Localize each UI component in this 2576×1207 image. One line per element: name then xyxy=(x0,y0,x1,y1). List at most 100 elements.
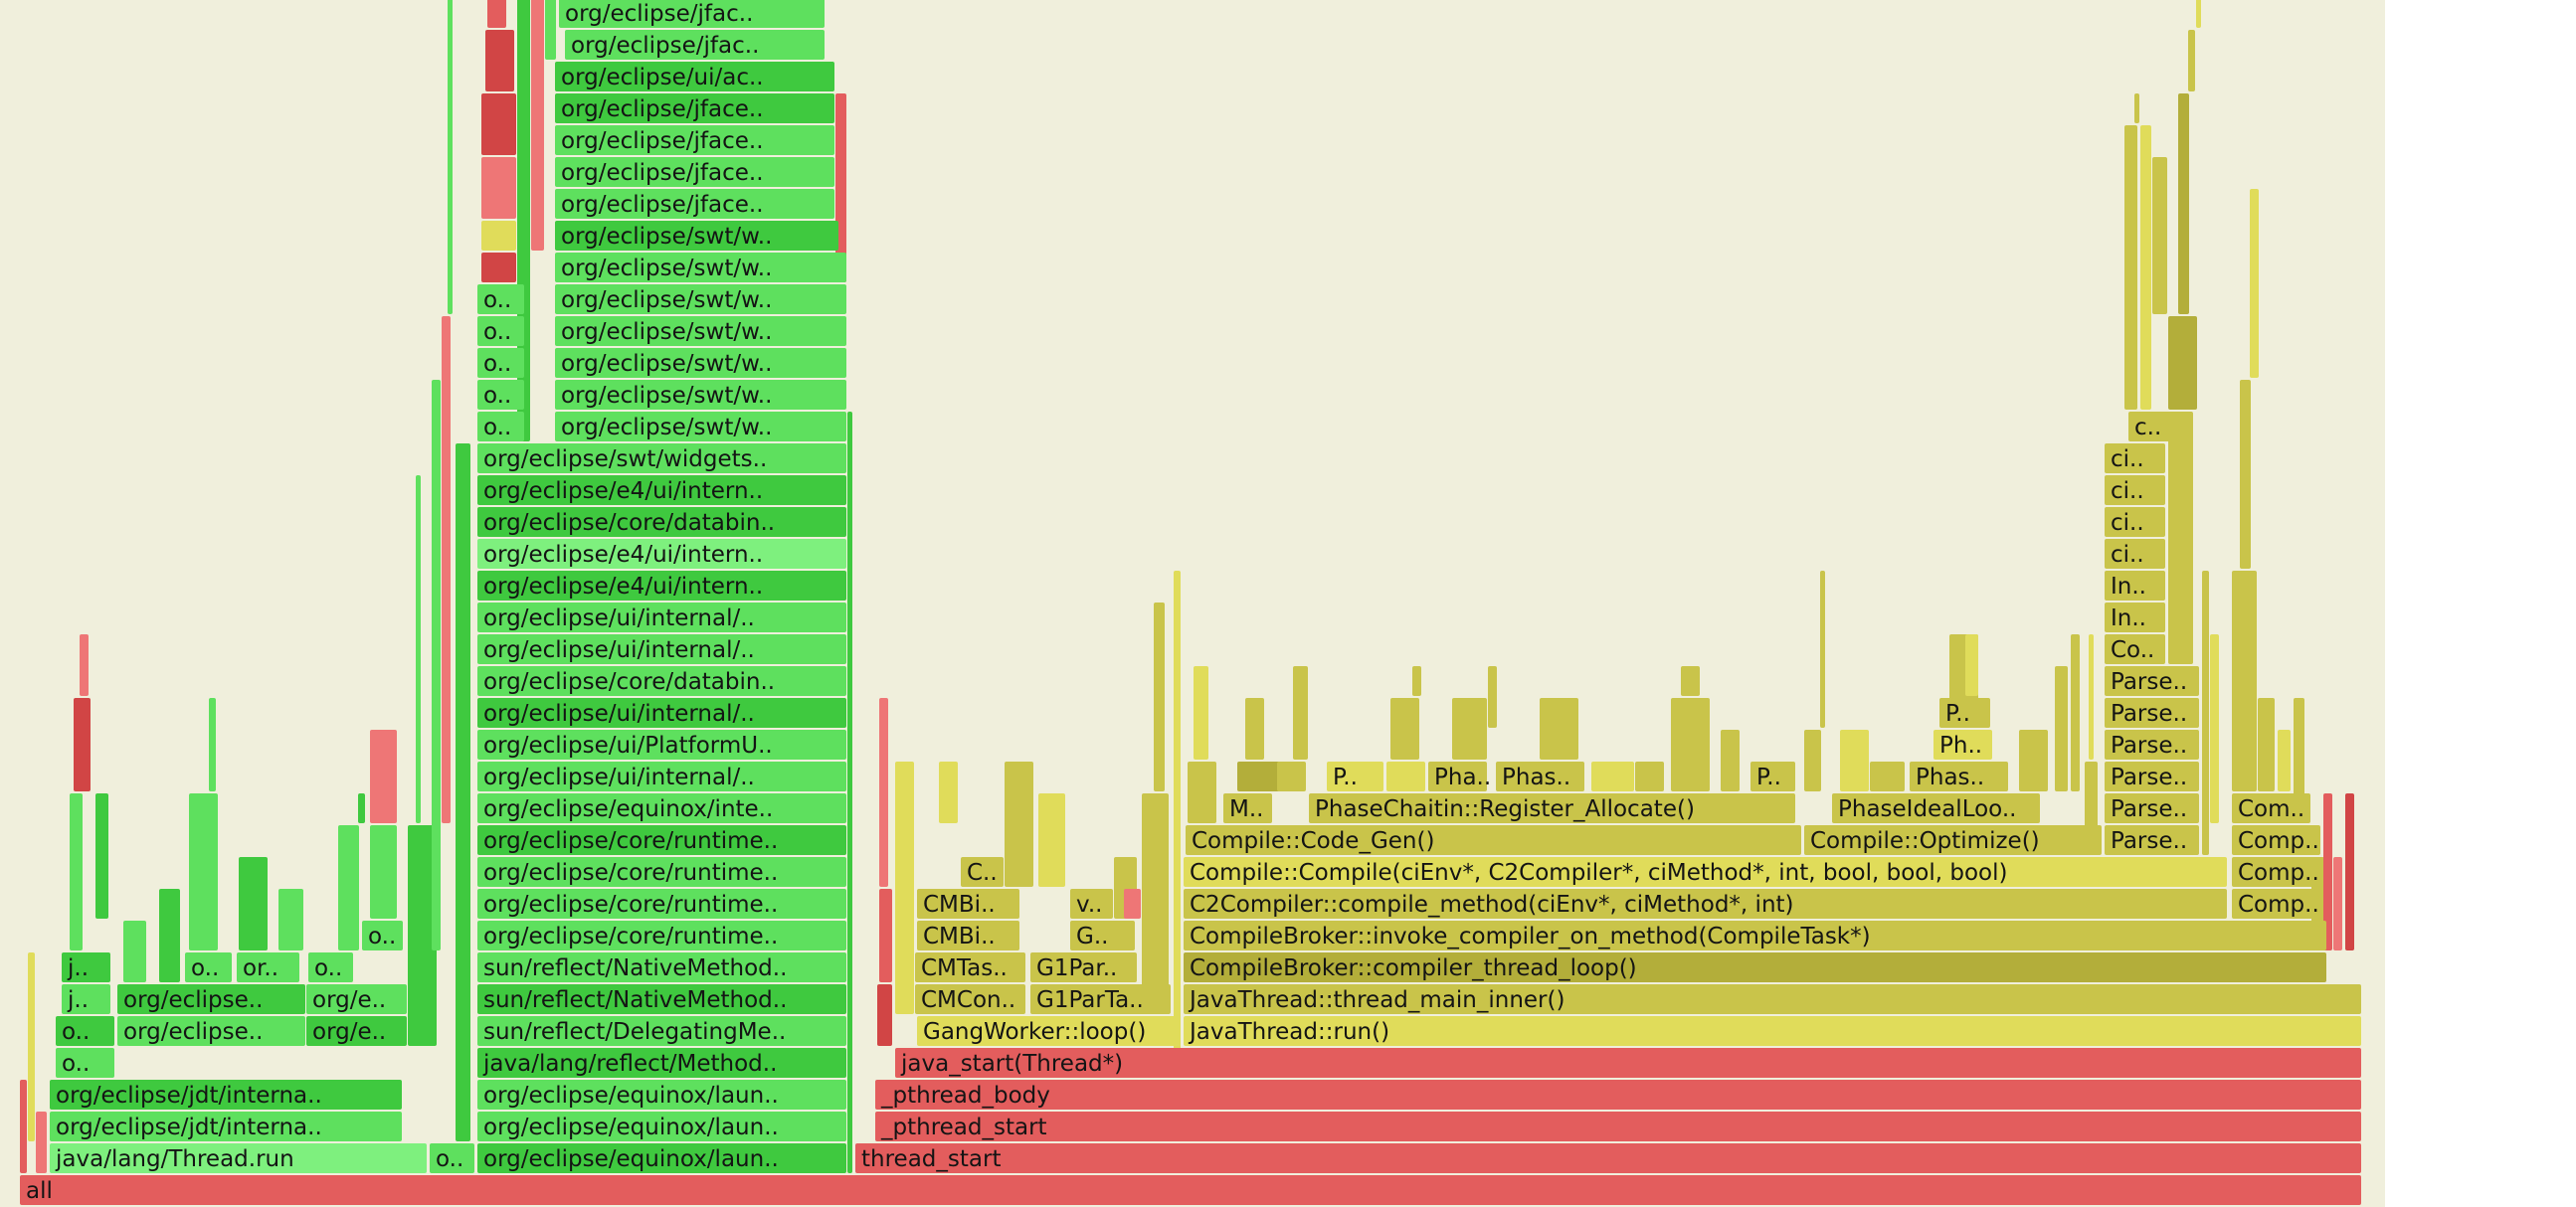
stack-frame[interactable] xyxy=(2232,825,2320,855)
stack-sliver[interactable] xyxy=(485,30,514,91)
stack-frame[interactable] xyxy=(477,1112,846,1141)
stack-frame[interactable] xyxy=(306,984,407,1014)
stack-frame[interactable] xyxy=(477,475,846,505)
stack-sliver[interactable] xyxy=(2168,316,2197,410)
stack-sliver[interactable] xyxy=(1038,793,1065,887)
stack-frame[interactable] xyxy=(477,1016,846,1046)
stack-sliver[interactable] xyxy=(209,698,216,791)
stack-sliver[interactable] xyxy=(2140,125,2151,410)
stack-sliver[interactable] xyxy=(2089,634,2094,760)
stack-frame[interactable] xyxy=(1184,1016,2361,1046)
stack-frame[interactable] xyxy=(1428,762,1487,791)
stack-sliver[interactable] xyxy=(879,889,892,982)
stack-frame[interactable] xyxy=(2105,539,2165,569)
stack-frame[interactable] xyxy=(117,984,305,1014)
stack-frame[interactable] xyxy=(56,1016,114,1046)
stack-frame[interactable] xyxy=(477,507,846,537)
stack-frame[interactable] xyxy=(555,253,846,282)
stack-frame[interactable] xyxy=(62,952,110,982)
stack-sliver[interactable] xyxy=(2055,666,2068,791)
stack-sliver[interactable] xyxy=(1277,762,1306,791)
stack-frame[interactable] xyxy=(430,1143,474,1173)
stack-frame[interactable] xyxy=(477,1080,846,1110)
stack-frame[interactable] xyxy=(50,1080,402,1110)
stack-frame[interactable] xyxy=(185,952,232,982)
stack-sliver[interactable] xyxy=(1840,730,1869,791)
stack-frame[interactable] xyxy=(20,1175,2361,1205)
stack-sliver[interactable] xyxy=(2134,93,2139,123)
stack-frame[interactable] xyxy=(2105,762,2199,791)
stack-sliver[interactable] xyxy=(1237,762,1280,791)
stack-frame[interactable] xyxy=(555,221,838,251)
stack-frame[interactable] xyxy=(555,157,834,187)
stack-sliver[interactable] xyxy=(487,0,506,28)
stack-sliver[interactable] xyxy=(1452,698,1487,760)
stack-frame[interactable] xyxy=(1750,762,1795,791)
stack-sliver[interactable] xyxy=(370,825,397,919)
stack-sliver[interactable] xyxy=(1671,698,1710,791)
stack-frame[interactable] xyxy=(961,857,1004,887)
stack-frame[interactable] xyxy=(477,666,846,696)
stack-frame[interactable] xyxy=(56,1048,114,1078)
stack-sliver[interactable] xyxy=(239,857,268,950)
stack-frame[interactable] xyxy=(477,412,524,441)
stack-sliver[interactable] xyxy=(416,475,421,823)
stack-frame[interactable] xyxy=(2105,571,2165,601)
stack-sliver[interactable] xyxy=(2345,793,2354,950)
stack-sliver[interactable] xyxy=(74,698,91,791)
stack-frame[interactable] xyxy=(555,62,834,91)
stack-sliver[interactable] xyxy=(1591,762,1634,791)
stack-frame[interactable] xyxy=(1030,984,1171,1014)
stack-sliver[interactable] xyxy=(531,0,544,251)
stack-frame[interactable] xyxy=(1184,984,2361,1014)
stack-sliver[interactable] xyxy=(1188,762,1216,823)
stack-sliver[interactable] xyxy=(1005,762,1033,887)
stack-frame[interactable] xyxy=(1309,793,1795,823)
stack-frame[interactable] xyxy=(477,443,846,473)
stack-sliver[interactable] xyxy=(481,253,516,282)
stack-frame[interactable] xyxy=(2105,666,2199,696)
stack-frame[interactable] xyxy=(555,348,846,378)
stack-frame[interactable] xyxy=(477,857,846,887)
stack-frame[interactable] xyxy=(1184,921,2326,950)
stack-sliver[interactable] xyxy=(159,889,180,982)
stack-frame[interactable] xyxy=(2232,793,2310,823)
stack-frame[interactable] xyxy=(477,380,524,410)
stack-sliver[interactable] xyxy=(1635,762,1664,791)
stack-sliver[interactable] xyxy=(877,984,892,1046)
stack-frame[interactable] xyxy=(2105,634,2165,664)
stack-frame[interactable] xyxy=(477,889,846,919)
stack-sliver[interactable] xyxy=(2071,634,2080,791)
stack-frame[interactable] xyxy=(477,762,846,791)
stack-frame[interactable] xyxy=(1933,730,1992,760)
stack-frame[interactable] xyxy=(1832,793,2040,823)
stack-sliver[interactable] xyxy=(370,730,397,823)
stack-sliver[interactable] xyxy=(481,157,516,219)
stack-sliver[interactable] xyxy=(2196,0,2201,28)
stack-frame[interactable] xyxy=(1186,825,1801,855)
stack-sliver[interactable] xyxy=(1965,634,1978,696)
stack-sliver[interactable] xyxy=(1488,666,1497,728)
stack-sliver[interactable] xyxy=(358,793,365,823)
stack-frame[interactable] xyxy=(2105,603,2165,632)
stack-frame[interactable] xyxy=(555,380,846,410)
stack-frame[interactable] xyxy=(917,1016,1177,1046)
stack-frame[interactable] xyxy=(855,1143,2361,1173)
stack-sliver[interactable] xyxy=(1293,666,1308,760)
stack-frame[interactable] xyxy=(1496,762,1584,791)
stack-frame[interactable] xyxy=(1070,921,1135,950)
stack-frame[interactable] xyxy=(2232,889,2320,919)
stack-sliver[interactable] xyxy=(847,412,852,1173)
stack-frame[interactable] xyxy=(237,952,299,982)
stack-sliver[interactable] xyxy=(448,0,453,314)
stack-sliver[interactable] xyxy=(338,825,359,950)
stack-sliver[interactable] xyxy=(2168,412,2193,664)
stack-sliver[interactable] xyxy=(1124,889,1141,919)
stack-frame[interactable] xyxy=(1030,952,1137,982)
stack-sliver[interactable] xyxy=(2019,730,2048,791)
stack-frame[interactable] xyxy=(1327,762,1383,791)
stack-frame[interactable] xyxy=(117,1016,305,1046)
stack-frame[interactable] xyxy=(1184,889,2227,919)
stack-sliver[interactable] xyxy=(442,316,451,823)
stack-frame[interactable] xyxy=(1223,793,1272,823)
